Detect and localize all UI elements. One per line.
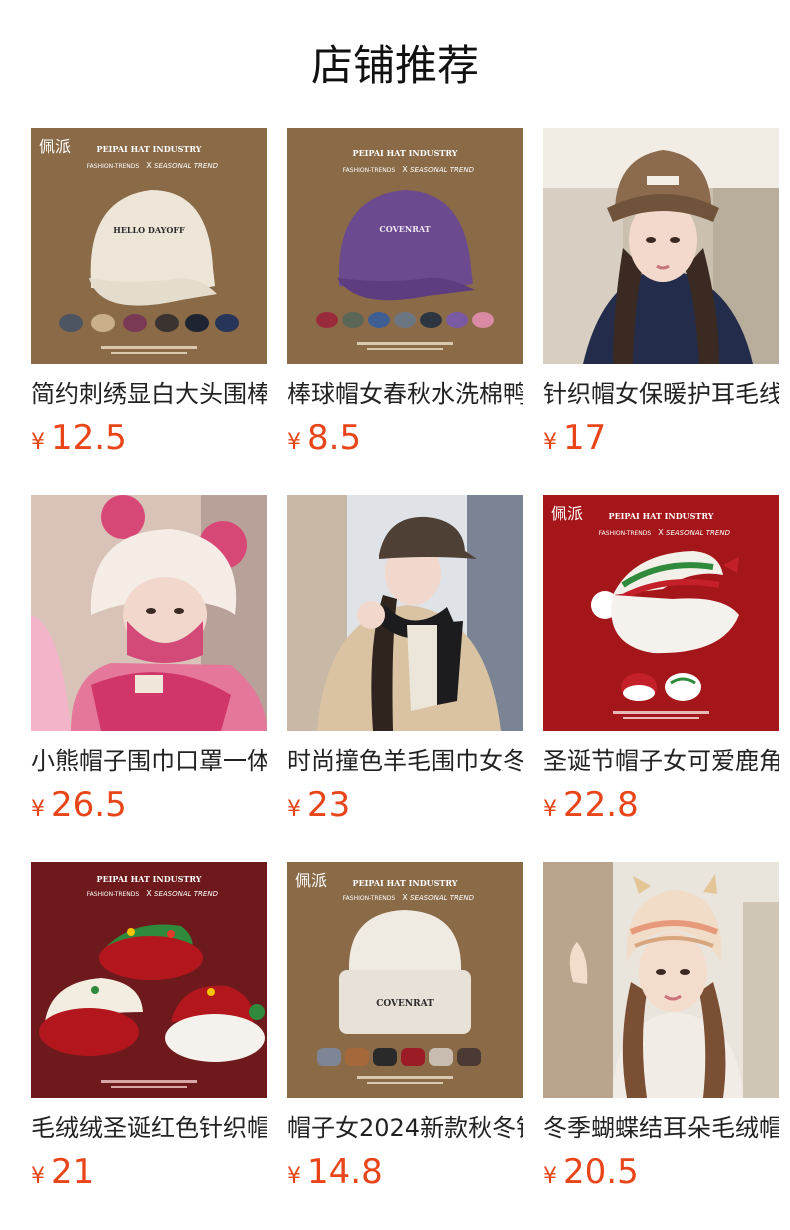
tag-left: FASHION-TRENDS: [87, 891, 140, 898]
product-image[interactable]: [543, 862, 779, 1098]
product-name[interactable]: 棒球帽女春秋水洗棉鸭舌帽: [287, 378, 523, 410]
product-name[interactable]: 小熊帽子围巾口罩一体套装: [31, 745, 267, 777]
currency-symbol: ¥: [287, 430, 301, 455]
product-card[interactable]: 佩派 PEIPAI HAT INDUSTRY FASHION-TRENDS X …: [287, 862, 523, 1192]
price-amount: 8.5: [307, 418, 362, 458]
brand-logo: 佩派: [551, 504, 583, 523]
hat-embroidery: COVENRAT: [379, 224, 430, 234]
industry-text: PEIPAI HAT INDUSTRY: [97, 144, 202, 154]
price-amount: 14.8: [307, 1152, 383, 1192]
currency-symbol: ¥: [543, 430, 557, 455]
cap-cream-image: 佩派 PEIPAI HAT INDUSTRY FASHION-TRENDS X …: [31, 128, 267, 364]
product-card[interactable]: 小熊帽子围巾口罩一体套装 ¥26.5: [31, 495, 267, 825]
tag-left: FASHION-TRENDS: [343, 167, 396, 174]
model-bear-set-image: [31, 495, 267, 731]
currency-symbol: ¥: [543, 1164, 557, 1189]
product-image[interactable]: [31, 495, 267, 731]
price-amount: 23: [307, 785, 351, 825]
product-image[interactable]: 佩派 PEIPAI HAT INDUSTRY FASHION-TRENDS X …: [31, 128, 267, 364]
product-price: ¥21: [31, 1152, 267, 1192]
product-name[interactable]: 冬季蝴蝶结耳朵毛绒帽子: [543, 1112, 779, 1144]
currency-symbol: ¥: [287, 1164, 301, 1189]
product-card[interactable]: 时尚撞色羊毛围巾女冬季 ¥23: [287, 495, 523, 825]
tag-x: X: [146, 161, 152, 170]
product-card[interactable]: PEIPAI HAT INDUSTRY FASHION-TRENDS X SEA…: [31, 862, 267, 1192]
currency-symbol: ¥: [31, 430, 45, 455]
tag-left: FASHION-TRENDS: [343, 895, 396, 902]
product-price: ¥17: [543, 418, 779, 458]
product-name[interactable]: 毛绒绒圣诞红色针织帽子: [31, 1112, 267, 1144]
product-card[interactable]: 针织帽女保暖护耳毛线帽 ¥17: [543, 128, 779, 458]
tag-right: SEASONAL TREND: [154, 162, 219, 170]
price-amount: 20.5: [563, 1152, 639, 1192]
tag-x: X: [402, 165, 408, 174]
price-amount: 12.5: [51, 418, 127, 458]
currency-symbol: ¥: [543, 797, 557, 822]
product-name[interactable]: 针织帽女保暖护耳毛线帽: [543, 378, 779, 410]
product-name[interactable]: 时尚撞色羊毛围巾女冬季: [287, 745, 523, 777]
tag-right: SEASONAL TREND: [410, 894, 475, 902]
price-amount: 26.5: [51, 785, 127, 825]
product-image[interactable]: 佩派 PEIPAI HAT INDUSTRY FASHION-TRENDS X …: [543, 495, 779, 731]
price-amount: 21: [51, 1152, 95, 1192]
tag-right: SEASONAL TREND: [666, 529, 731, 537]
currency-symbol: ¥: [31, 1164, 45, 1189]
product-card[interactable]: 佩派 PEIPAI HAT INDUSTRY FASHION-TRENDS X …: [543, 495, 779, 825]
industry-text: PEIPAI HAT INDUSTRY: [97, 874, 202, 884]
tag-left: FASHION-TRENDS: [87, 163, 140, 170]
hat-embroidery: HELLO DAYOFF: [113, 225, 185, 235]
tag-x: X: [402, 893, 408, 902]
industry-text: PEIPAI HAT INDUSTRY: [353, 878, 458, 888]
tag-x: X: [658, 528, 664, 537]
product-card[interactable]: 佩派 PEIPAI HAT INDUSTRY FASHION-TRENDS X …: [31, 128, 267, 458]
christmas-hat-image: 佩派 PEIPAI HAT INDUSTRY FASHION-TRENDS X …: [543, 495, 779, 731]
beanie-white-image: 佩派 PEIPAI HAT INDUSTRY FASHION-TRENDS X …: [287, 862, 523, 1098]
hat-embroidery: COVENRAT: [376, 999, 434, 1009]
industry-text: PEIPAI HAT INDUSTRY: [353, 148, 458, 158]
product-price: ¥8.5: [287, 418, 523, 458]
product-image[interactable]: 佩派 PEIPAI HAT INDUSTRY FASHION-TRENDS X …: [287, 862, 523, 1098]
product-image[interactable]: [543, 128, 779, 364]
product-card[interactable]: PEIPAI HAT INDUSTRY FASHION-TRENDS X SEA…: [287, 128, 523, 458]
currency-symbol: ¥: [287, 797, 301, 822]
brand-logo: 佩派: [39, 137, 71, 156]
model-scarf-image: [287, 495, 523, 731]
product-price: ¥26.5: [31, 785, 267, 825]
tag-right: SEASONAL TREND: [154, 890, 219, 898]
industry-text: PEIPAI HAT INDUSTRY: [609, 511, 714, 521]
product-name[interactable]: 简约刺绣显白大头围棒球帽: [31, 378, 267, 410]
price-amount: 17: [563, 418, 607, 458]
model-knit-hat-image: [543, 128, 779, 364]
product-card[interactable]: 冬季蝴蝶结耳朵毛绒帽子 ¥20.5: [543, 862, 779, 1192]
product-price: ¥14.8: [287, 1152, 523, 1192]
page-title: 店铺推荐: [310, 41, 479, 90]
product-price: ¥12.5: [31, 418, 267, 458]
model-bow-hat-image: [543, 862, 779, 1098]
cap-purple-image: PEIPAI HAT INDUSTRY FASHION-TRENDS X SEA…: [287, 128, 523, 364]
price-amount: 22.8: [563, 785, 639, 825]
currency-symbol: ¥: [31, 797, 45, 822]
tag-x: X: [146, 889, 152, 898]
tag-right: SEASONAL TREND: [410, 166, 475, 174]
red-fur-hats-image: PEIPAI HAT INDUSTRY FASHION-TRENDS X SEA…: [31, 862, 267, 1098]
product-image[interactable]: [287, 495, 523, 731]
product-name[interactable]: 帽子女2024新款秋冬针织帽: [287, 1112, 523, 1144]
product-price: ¥20.5: [543, 1152, 779, 1192]
product-image[interactable]: PEIPAI HAT INDUSTRY FASHION-TRENDS X SEA…: [31, 862, 267, 1098]
product-image[interactable]: PEIPAI HAT INDUSTRY FASHION-TRENDS X SEA…: [287, 128, 523, 364]
brand-logo: 佩派: [295, 871, 327, 890]
tag-left: FASHION-TRENDS: [599, 530, 652, 537]
product-price: ¥22.8: [543, 785, 779, 825]
product-name[interactable]: 圣诞节帽子女可爱鹿角毛绒: [543, 745, 779, 777]
product-price: ¥23: [287, 785, 523, 825]
